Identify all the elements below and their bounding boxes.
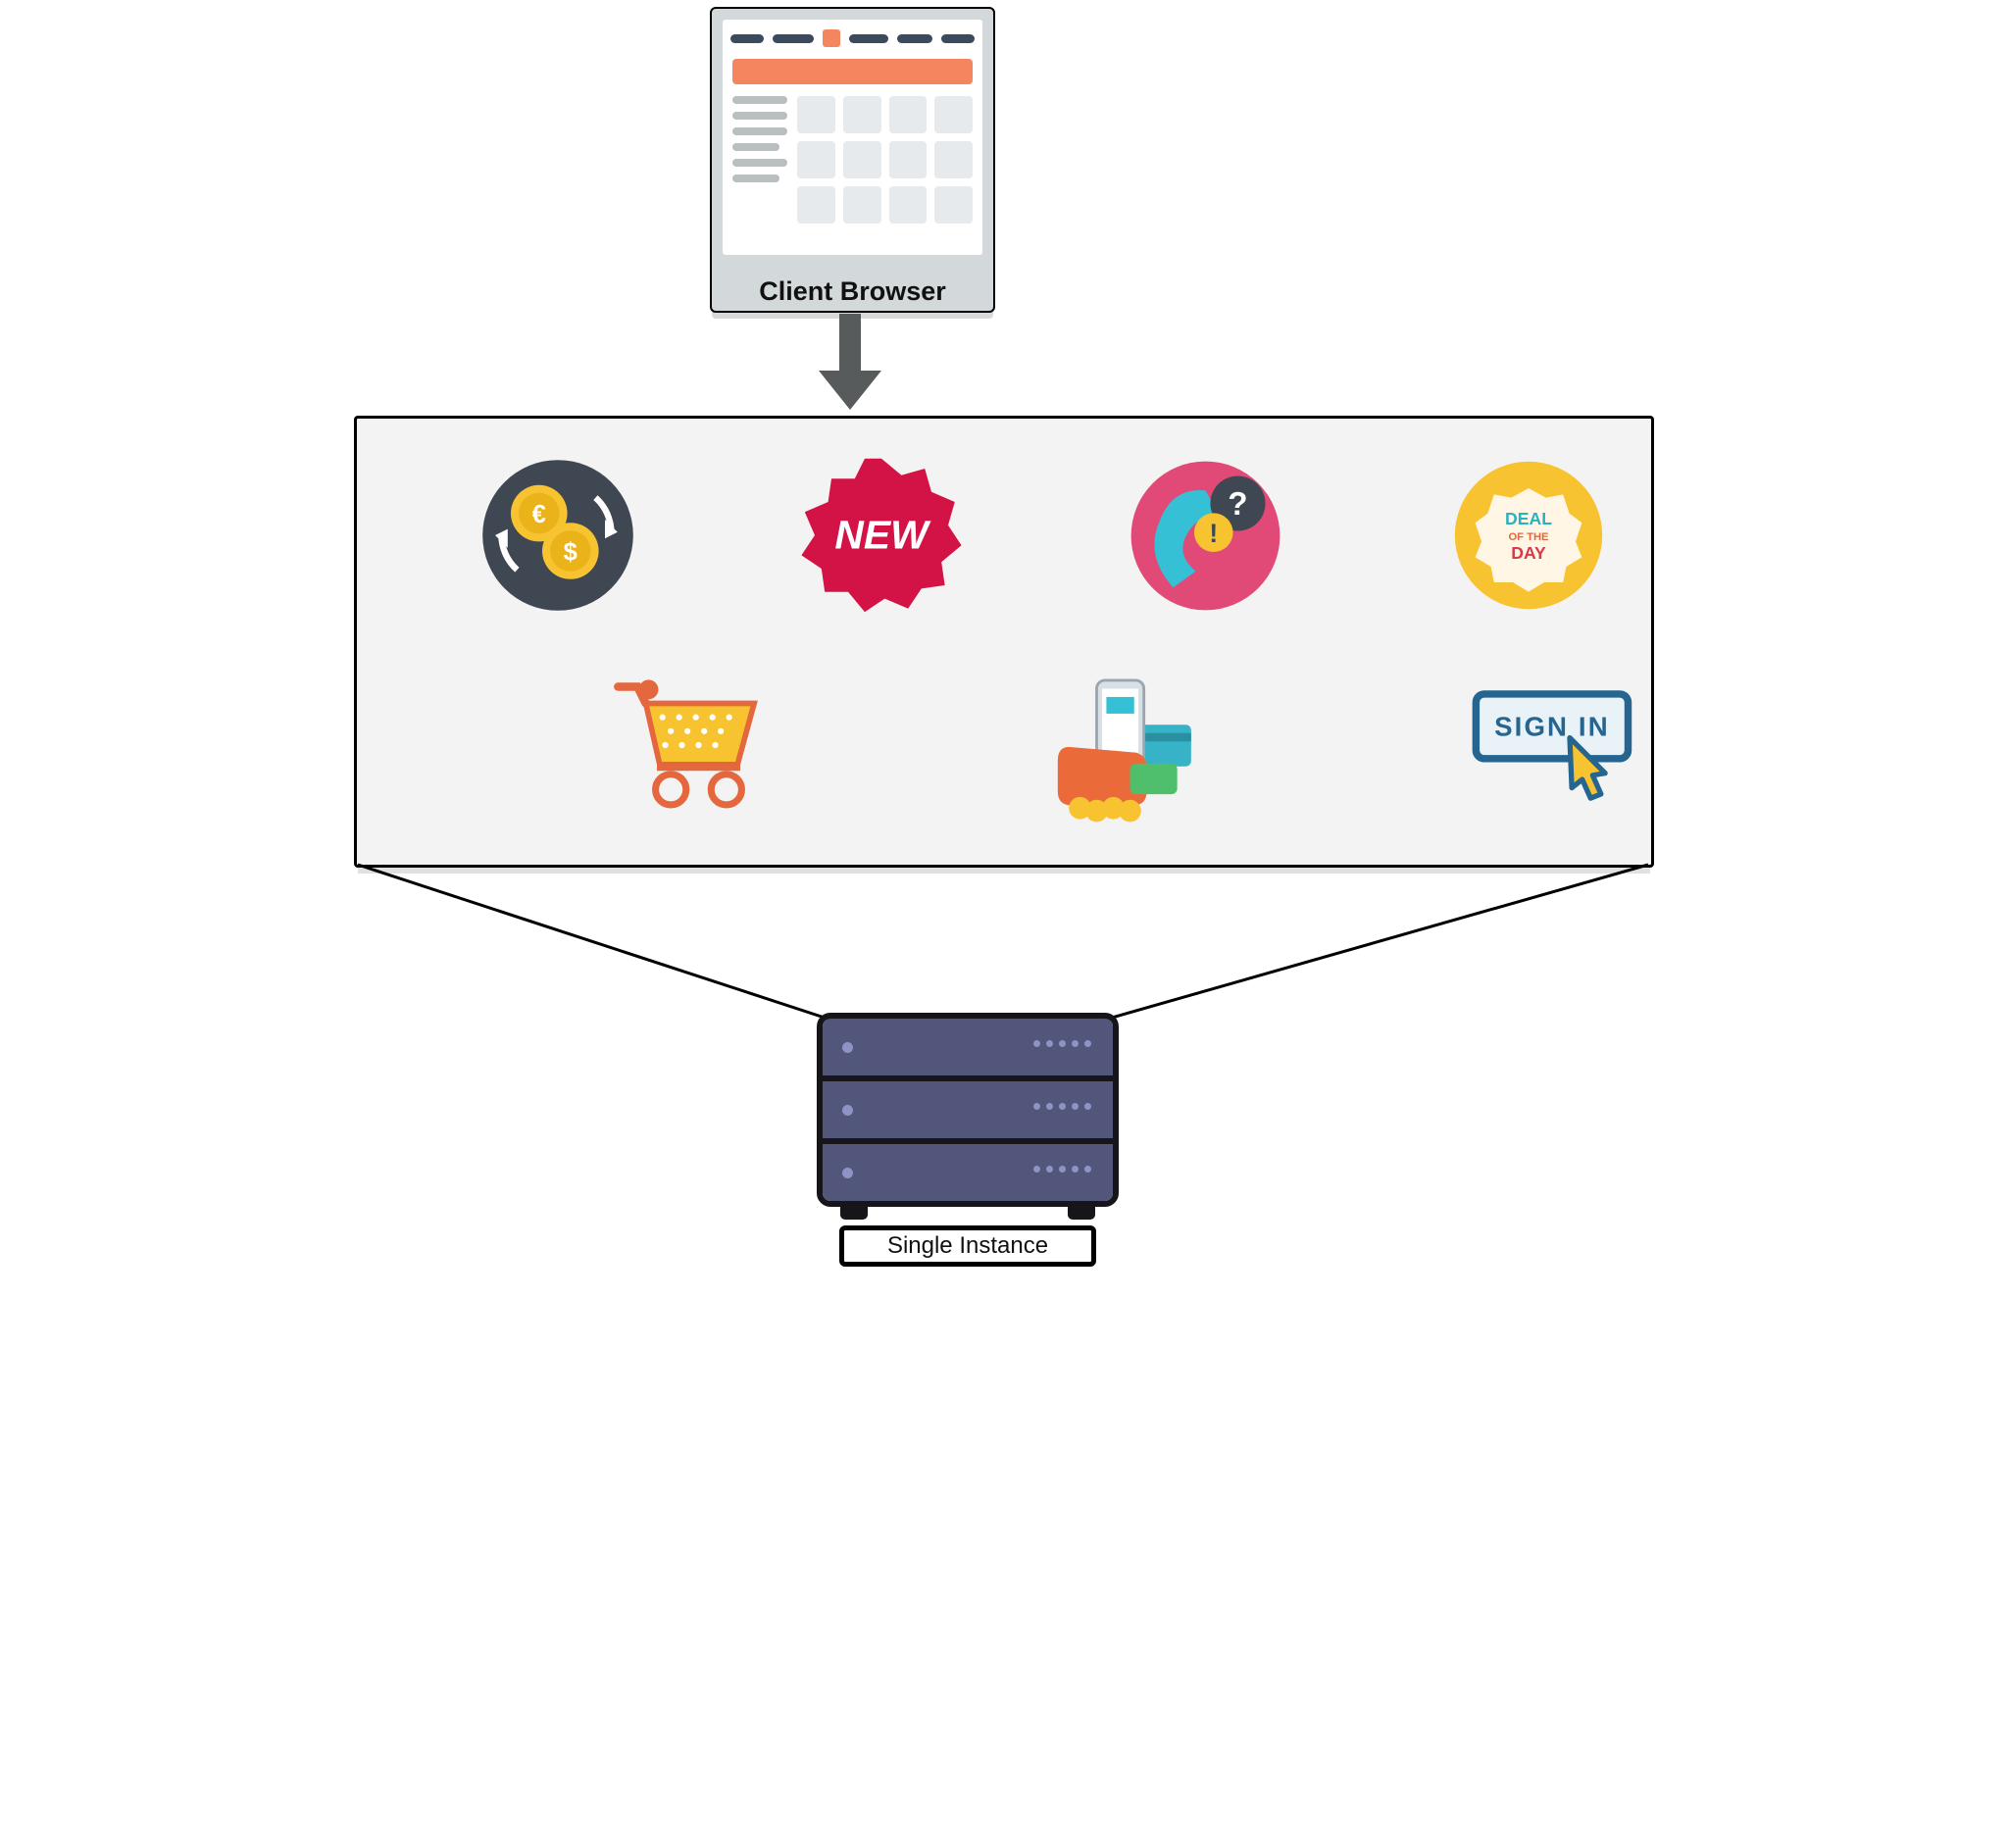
shopping-cart-icon [607, 662, 774, 828]
client-browser-label: Client Browser [712, 276, 993, 307]
deal-text-3: DAY [1511, 543, 1546, 563]
sign-in-icon: SIGN IN [1470, 662, 1636, 828]
services-container: € $ NEW [354, 416, 1654, 868]
svg-text:?: ? [1228, 485, 1247, 522]
deal-of-the-day-icon: DEAL OF THE DAY [1445, 452, 1612, 619]
signin-text: SIGN IN [1494, 711, 1610, 741]
new-badge-icon: NEW [798, 452, 965, 619]
server-single-instance: Single Instance [817, 1013, 1119, 1267]
svg-text:$: $ [564, 539, 577, 567]
phone-support-icon: ? ! [1122, 452, 1288, 619]
browser-wireframe [723, 20, 982, 255]
deal-text-2: OF THE [1508, 531, 1549, 543]
svg-text:!: ! [1209, 519, 1218, 548]
client-browser: Client Browser [710, 7, 995, 313]
svg-text:€: € [532, 501, 546, 528]
server-stack-icon [817, 1013, 1119, 1207]
server-label: Single Instance [887, 1232, 1048, 1259]
currency-exchange-icon: € $ [475, 452, 641, 619]
mobile-checkout-icon [1038, 662, 1205, 828]
architecture-diagram: Client Browser € $ [334, 0, 1674, 1233]
deal-text-1: DEAL [1505, 509, 1552, 528]
arrow-down-icon [819, 314, 881, 422]
server-label-box: Single Instance [839, 1225, 1096, 1267]
new-badge-text: NEW [834, 513, 931, 558]
